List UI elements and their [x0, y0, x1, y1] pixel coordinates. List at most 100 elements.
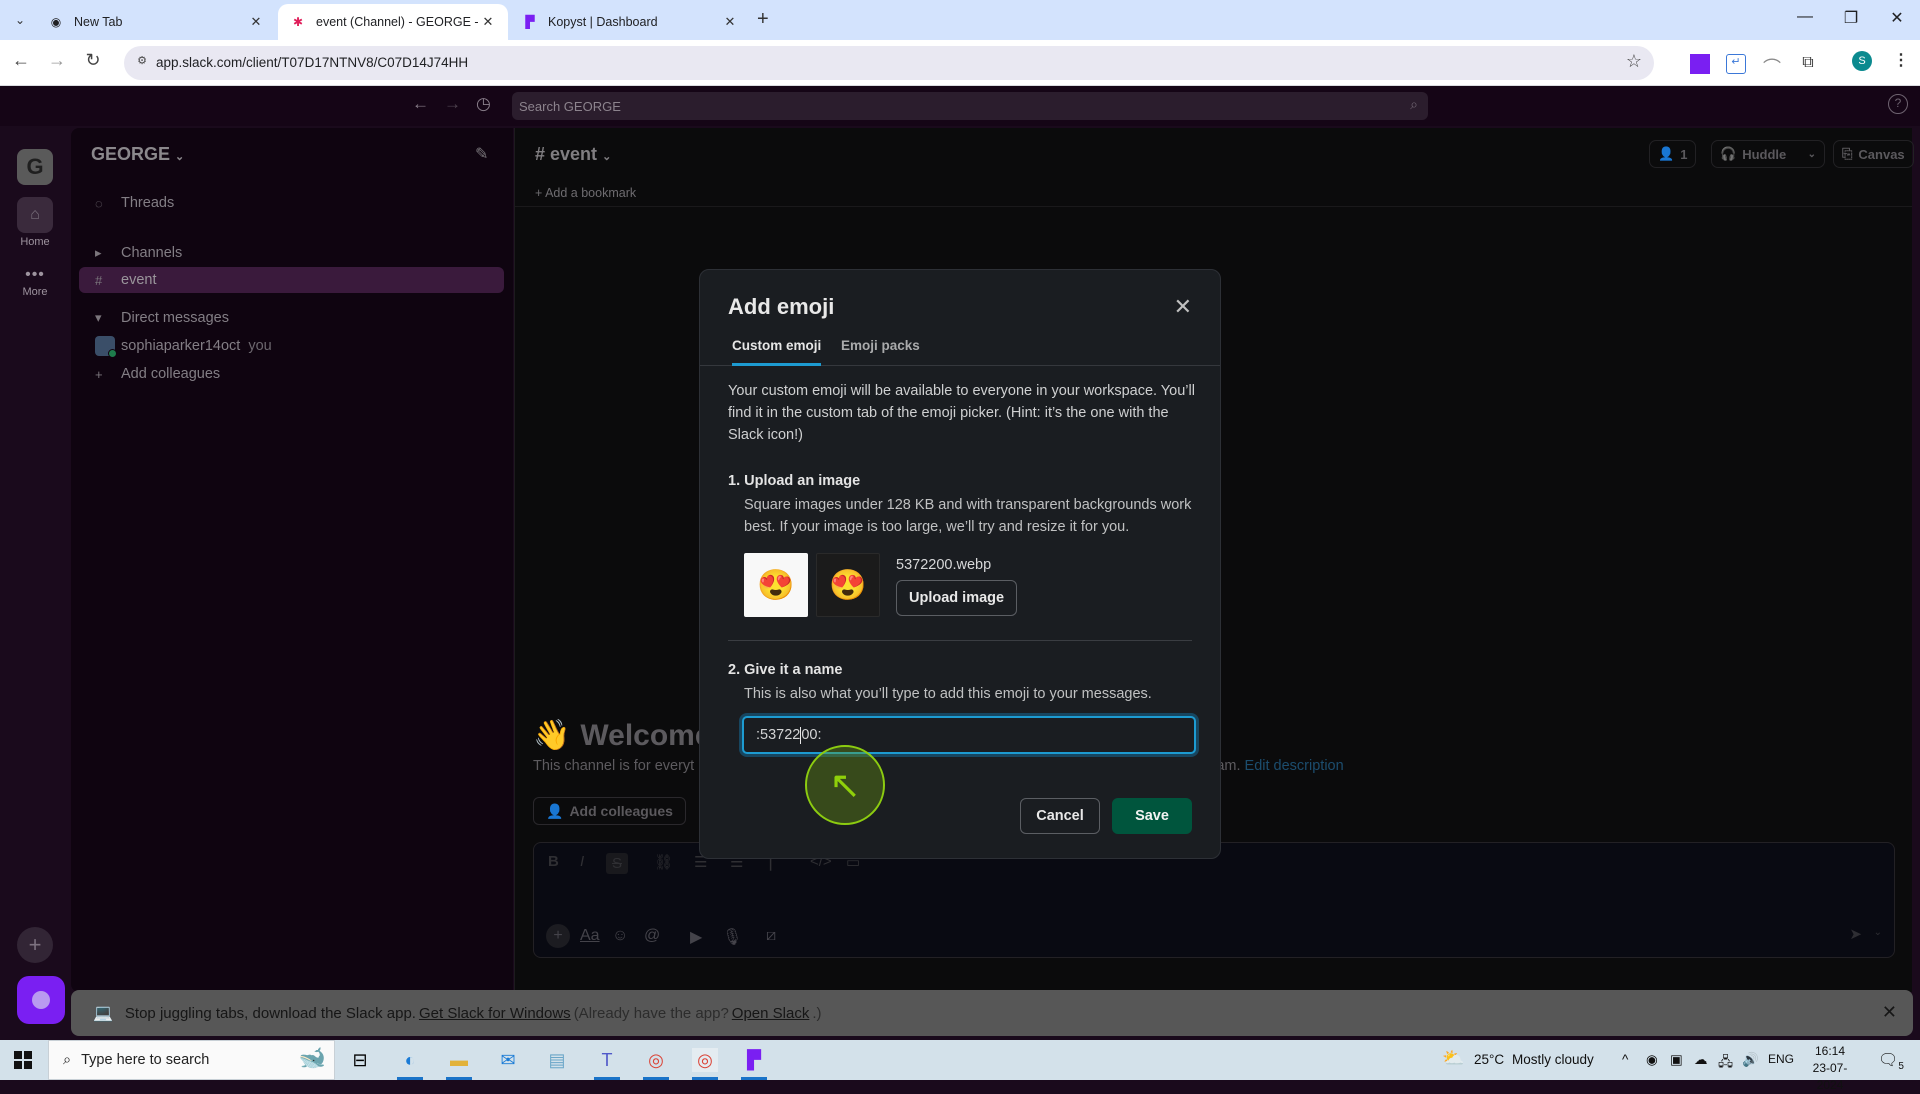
formatting-icon[interactable]: Aa [580, 927, 600, 945]
record-icon[interactable]: ◉ [1646, 1052, 1658, 1068]
tab-kopyst-dashboard[interactable]: ▛ Kopyst | Dashboard ✕ [510, 4, 750, 40]
browser-toolbar: ← → ↻ ⚙ app.slack.com/client/T07D17NTNV8… [0, 40, 1920, 86]
emoji-name-input[interactable]: :53722 00: [742, 716, 1196, 754]
close-window-button[interactable]: ✕ [1877, 8, 1917, 28]
strikethrough-icon[interactable]: S [606, 853, 629, 874]
mention-icon[interactable]: @ [644, 927, 660, 945]
address-bar[interactable]: ⚙ app.slack.com/client/T07D17NTNV8/C07D1… [124, 46, 1654, 80]
cancel-button[interactable]: Cancel [1020, 798, 1100, 834]
taskbar-search[interactable]: ⌕ Type here to search 🐋 [48, 1040, 335, 1080]
notifications-icon[interactable]: 🗨5 [1878, 1050, 1904, 1072]
site-info-icon[interactable]: ⚙ [132, 54, 152, 72]
sidebar-item-event[interactable]: # event [79, 267, 504, 293]
sidebar-dm-header[interactable]: ▾ Direct messages [79, 305, 504, 331]
search-icon: ⌕ [63, 1052, 72, 1068]
add-colleagues-button[interactable]: 👤 Add colleagues [533, 797, 686, 825]
save-button[interactable]: Save [1112, 798, 1192, 834]
kopyst-floating-button[interactable] [17, 976, 65, 1024]
mail-icon[interactable]: ✉ [495, 1048, 521, 1072]
video-icon[interactable]: ▶ [690, 927, 702, 947]
huddle-button[interactable]: 🎧 Huddle ⌄ [1711, 140, 1825, 168]
close-tab-icon[interactable]: ✕ [248, 14, 264, 30]
kopyst-extension-icon[interactable] [1690, 54, 1710, 74]
caret-right-icon: ▸ [95, 245, 102, 260]
new-tab-button[interactable]: + [757, 8, 769, 31]
back-button[interactable]: ← [8, 50, 34, 71]
close-tab-icon[interactable]: ✕ [480, 14, 496, 30]
tab-new-tab[interactable]: ◉ New Tab ✕ [36, 4, 276, 40]
notepad-icon[interactable]: ▤ [544, 1048, 570, 1072]
slash-command-icon[interactable]: ⧄ [766, 927, 776, 945]
sidebar-add-colleagues[interactable]: + Add colleagues [79, 361, 504, 387]
italic-icon[interactable]: I [580, 853, 584, 870]
teams-icon[interactable]: T [594, 1048, 620, 1072]
attach-plus-button[interactable]: + [546, 924, 570, 948]
home-button[interactable]: ⌂ [17, 197, 53, 233]
link-icon[interactable]: ⛓ [654, 853, 673, 871]
history-clock-icon[interactable]: ◷ [476, 94, 491, 114]
extensions-puzzle-icon[interactable]: ⧉ [1798, 54, 1818, 74]
restore-button[interactable]: ❐ [1831, 8, 1871, 28]
history-back-icon[interactable]: ← [412, 94, 429, 114]
compose-icon[interactable]: ✎ [475, 144, 488, 164]
close-tab-icon[interactable]: ✕ [722, 14, 738, 30]
camera-icon[interactable]: ▣ [1670, 1052, 1683, 1068]
tray-expand-icon[interactable]: ^ [1622, 1052, 1628, 1067]
members-button[interactable]: 👤 1 [1649, 140, 1697, 168]
network-icon[interactable]: 🖧 [1718, 1052, 1733, 1075]
close-icon[interactable]: ✕ [1174, 296, 1192, 318]
add-workspace-button[interactable]: + [17, 927, 53, 963]
workspace-rail: G ⌂ Home ••• More + [0, 126, 70, 1032]
open-slack-link[interactable]: Open Slack [732, 1005, 810, 1022]
workspace-avatar[interactable]: G [17, 149, 53, 185]
microphone-icon[interactable]: 🎙 [722, 927, 742, 947]
send-icon[interactable]: ➤ [1849, 925, 1862, 943]
weather-description[interactable]: Mostly cloudy [1512, 1052, 1594, 1067]
profile-avatar[interactable]: S [1852, 51, 1872, 71]
browser-menu-icon[interactable]: ⋮ [1893, 50, 1909, 70]
chrome-icon[interactable]: ◎ [643, 1048, 669, 1072]
channel-title-button[interactable]: # event ⌄ [535, 144, 611, 165]
edge-icon[interactable]: ◐ [397, 1048, 423, 1072]
bookmark-star-icon[interactable]: ☆ [1626, 51, 1642, 72]
workspace-name-button[interactable]: GEORGE ⌄ [91, 144, 184, 165]
forward-button[interactable]: → [44, 50, 70, 71]
extension-arc-icon[interactable]: ⌒ [1762, 54, 1782, 78]
get-slack-link[interactable]: Get Slack for Windows [419, 1005, 571, 1022]
tab-custom-emoji[interactable]: Custom emoji [732, 338, 822, 366]
help-icon[interactable]: ? [1888, 94, 1908, 114]
sidebar-dm-self[interactable]: sophiaparker14oct you [79, 333, 504, 359]
volume-icon[interactable]: 🔊 [1742, 1052, 1759, 1068]
emoji-icon[interactable]: ☺ [612, 927, 628, 945]
tab-emoji-packs[interactable]: Emoji packs [841, 338, 920, 366]
tab-search-button[interactable]: ⌄ [8, 7, 32, 33]
send-options-chevron-icon[interactable]: ⌄ [1874, 927, 1882, 938]
more-button[interactable]: ••• [0, 266, 70, 284]
sidebar-item-threads[interactable]: ◌ Threads [79, 190, 504, 216]
weather-temp[interactable]: 25°C [1474, 1052, 1504, 1067]
canvas-button[interactable]: ⎘ Canvas [1833, 140, 1914, 168]
bold-icon[interactable]: B [548, 853, 559, 870]
file-explorer-icon[interactable]: ▬ [446, 1048, 472, 1072]
kopyst-icon[interactable]: ▛ [741, 1048, 767, 1072]
edit-description-link[interactable]: Edit description [1245, 758, 1344, 774]
upload-image-button[interactable]: Upload image [896, 580, 1018, 616]
sidebar-channels-header[interactable]: ▸ Channels [79, 240, 504, 266]
language-indicator[interactable]: ENG [1768, 1052, 1794, 1066]
message-composer[interactable]: B I S ⛓ ☰ ☰ ▏ </> ▭ + Aa ☺ @ ▶ 🎙 ⧄ ➤ ⌄ [533, 842, 1895, 958]
minimize-button[interactable]: — [1785, 8, 1825, 26]
browser-tab-strip: ⌄ ◉ New Tab ✕ ✱ event (Channel) - GEORGE… [0, 0, 1920, 40]
search-input[interactable]: Search GEORGE ⌕ [512, 92, 1428, 120]
tab-slack-event[interactable]: ✱ event (Channel) - GEORGE - Sla ✕ [278, 4, 508, 40]
add-bookmark-button[interactable]: + Add a bookmark [535, 186, 636, 200]
start-button[interactable] [14, 1051, 32, 1069]
mouse-cursor-highlight: ↖ [805, 745, 885, 825]
onedrive-icon[interactable]: ☁ [1694, 1052, 1708, 1068]
extension-icon[interactable]: ↵ [1726, 54, 1746, 74]
history-forward-icon[interactable]: → [444, 94, 461, 114]
chrome-profile-icon[interactable]: ◎ [692, 1048, 718, 1072]
task-view-icon[interactable]: ⊟ [347, 1048, 373, 1072]
clock[interactable]: 16:14 23-07-2024 [1800, 1043, 1860, 1094]
reload-button[interactable]: ↻ [80, 50, 106, 71]
close-banner-icon[interactable]: ✕ [1882, 1002, 1897, 1023]
